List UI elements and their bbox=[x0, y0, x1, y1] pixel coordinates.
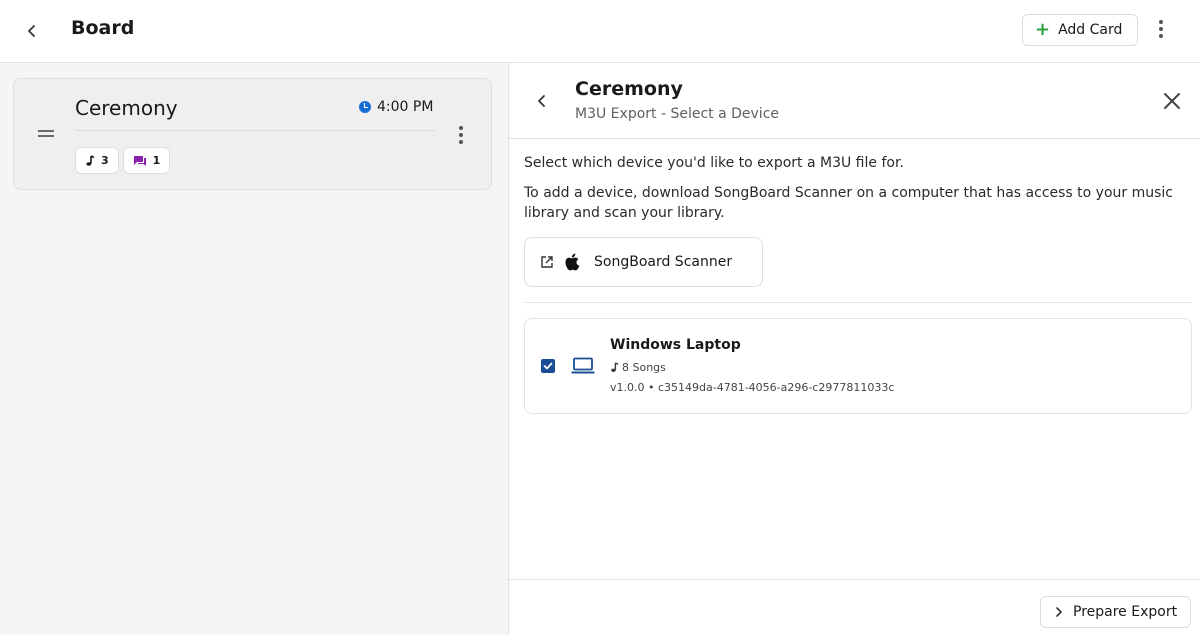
top-bar: Board + Add Card bbox=[0, 0, 1200, 63]
more-vertical-icon bbox=[459, 126, 463, 130]
panel-header: Ceremony M3U Export - Select a Device bbox=[509, 63, 1200, 139]
panel-back-button[interactable] bbox=[531, 89, 553, 113]
checkmark-icon bbox=[543, 362, 553, 370]
chevron-right-icon bbox=[1056, 607, 1062, 617]
card-time-label: 4:00 PM bbox=[377, 99, 434, 115]
board-card[interactable]: Ceremony 4:00 PM 3 1 bbox=[13, 78, 492, 190]
device-songs: 8 Songs bbox=[610, 361, 666, 374]
card-menu-button[interactable] bbox=[452, 122, 470, 148]
more-vertical-icon bbox=[1159, 20, 1163, 24]
comments-chip[interactable]: 1 bbox=[122, 147, 171, 174]
intro-text: Select which device you'd like to export… bbox=[524, 155, 904, 171]
close-button[interactable] bbox=[1159, 88, 1185, 114]
board-area: Ceremony 4:00 PM 3 1 bbox=[0, 63, 508, 635]
external-link-icon bbox=[541, 256, 553, 268]
laptop-icon bbox=[571, 357, 595, 374]
music-note-icon bbox=[86, 154, 95, 166]
drag-handle-icon[interactable] bbox=[38, 130, 54, 138]
chevron-left-icon bbox=[28, 25, 35, 37]
device-meta: v1.0.0 • c35149da-4781-4056-a296-c297781… bbox=[610, 381, 895, 394]
card-chips: 3 1 bbox=[75, 147, 171, 174]
songs-chip[interactable]: 3 bbox=[75, 147, 119, 174]
add-card-button[interactable]: + Add Card bbox=[1022, 14, 1138, 46]
device-name: Windows Laptop bbox=[610, 337, 741, 353]
add-card-label: Add Card bbox=[1058, 22, 1123, 38]
prepare-export-button[interactable]: Prepare Export bbox=[1040, 596, 1191, 628]
scanner-label: SongBoard Scanner bbox=[594, 254, 733, 270]
comments-count: 1 bbox=[152, 154, 161, 167]
panel-footer: Prepare Export bbox=[509, 579, 1200, 635]
music-note-icon bbox=[611, 362, 619, 372]
card-time: 4:00 PM bbox=[359, 99, 433, 115]
close-icon bbox=[1164, 93, 1180, 109]
device-card[interactable]: Windows Laptop 8 Songs v1.0.0 • c35149da… bbox=[524, 318, 1192, 414]
instructions-text: To add a device, download SongBoard Scan… bbox=[524, 185, 1174, 221]
songboard-scanner-button[interactable]: SongBoard Scanner bbox=[524, 237, 763, 287]
more-options-button[interactable] bbox=[1150, 16, 1172, 42]
panel-subtitle: M3U Export - Select a Device bbox=[575, 106, 780, 122]
back-button[interactable] bbox=[18, 18, 46, 44]
panel-title: Ceremony bbox=[575, 78, 683, 100]
comment-icon bbox=[133, 155, 146, 166]
device-checkbox[interactable] bbox=[541, 359, 555, 373]
divider bbox=[524, 302, 1191, 303]
plus-icon: + bbox=[1035, 19, 1051, 40]
device-songs-count: 8 Songs bbox=[622, 361, 666, 374]
clock-icon bbox=[359, 101, 371, 113]
songs-count: 3 bbox=[101, 154, 109, 167]
card-title: Ceremony bbox=[75, 96, 178, 120]
export-panel: Ceremony M3U Export - Select a Device Se… bbox=[508, 63, 1200, 635]
card-divider bbox=[75, 130, 435, 131]
apple-icon bbox=[565, 253, 580, 271]
chevron-left-icon bbox=[538, 95, 545, 107]
prepare-export-label: Prepare Export bbox=[1073, 604, 1178, 620]
page-title: Board bbox=[71, 17, 135, 39]
